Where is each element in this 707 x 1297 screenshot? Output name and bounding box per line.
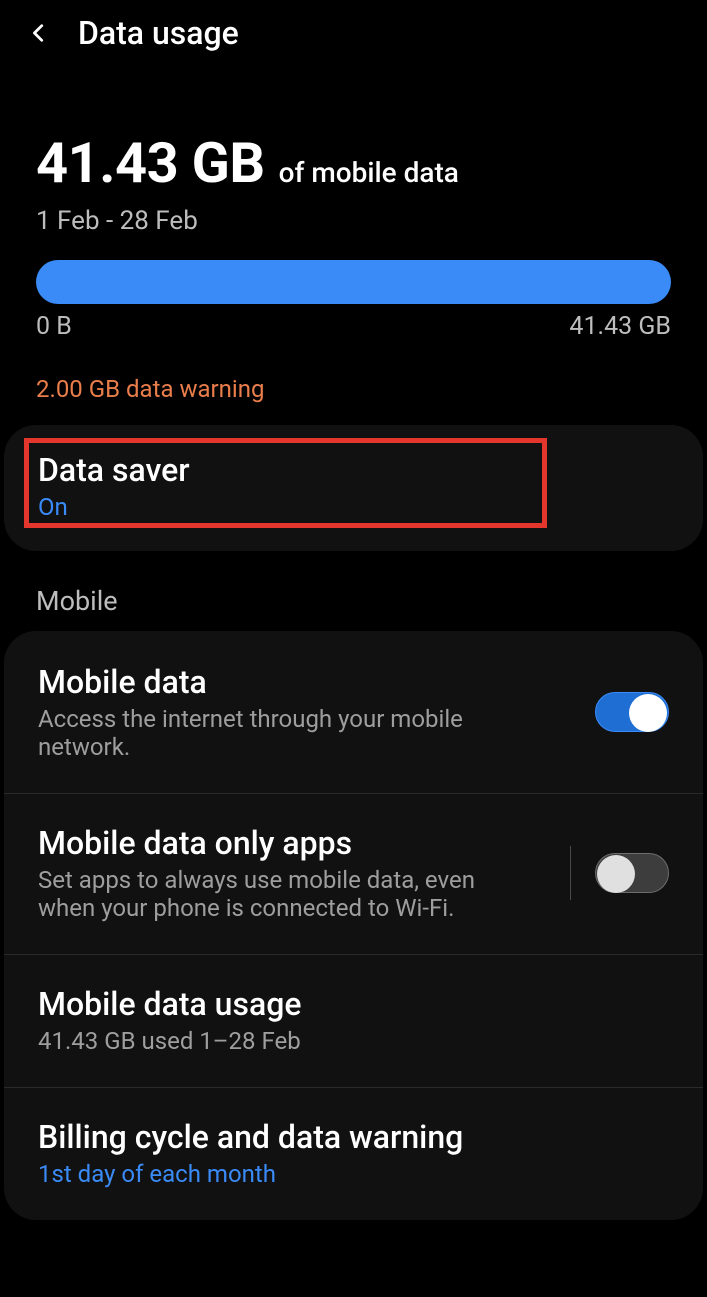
billing-cycle-title: Billing cycle and data warning	[38, 1118, 649, 1156]
mobile-only-apps-switch[interactable]	[595, 853, 669, 893]
switch-separator-group	[570, 846, 669, 900]
data-warning-label: 2.00 GB data warning	[36, 375, 671, 403]
vertical-divider	[570, 846, 571, 900]
usage-amount: 41.43 GB	[36, 130, 265, 196]
mobile-data-usage-row[interactable]: Mobile data usage 41.43 GB used 1–28 Feb	[4, 955, 703, 1088]
mobile-data-sub: Access the internet through your mobile …	[38, 705, 518, 761]
usage-summary: 41.43 GB of mobile data 1 Feb - 28 Feb 0…	[0, 66, 707, 341]
header: Data usage	[0, 0, 707, 66]
row-text: Mobile data usage 41.43 GB used 1–28 Feb	[38, 985, 669, 1055]
usage-bar-labels: 0 B 41.43 GB	[36, 312, 671, 341]
mobile-data-switch[interactable]	[595, 692, 669, 732]
mobile-data-title: Mobile data	[38, 663, 575, 701]
row-text: Billing cycle and data warning 1st day o…	[38, 1118, 669, 1188]
page-title: Data usage	[78, 14, 239, 52]
usage-line: 41.43 GB of mobile data	[36, 130, 671, 196]
billing-cycle-row[interactable]: Billing cycle and data warning 1st day o…	[4, 1088, 703, 1220]
row-text: Mobile data Access the internet through …	[38, 663, 595, 761]
usage-bar-min: 0 B	[36, 312, 72, 341]
mobile-only-apps-row[interactable]: Mobile data only apps Set apps to always…	[4, 794, 703, 955]
billing-cycle-sub: 1st day of each month	[38, 1160, 518, 1188]
mobile-data-row[interactable]: Mobile data Access the internet through …	[4, 633, 703, 794]
back-icon[interactable]	[28, 22, 50, 44]
usage-of-label: of mobile data	[279, 156, 459, 189]
section-mobile-label: Mobile	[36, 585, 671, 617]
mobile-only-apps-sub: Set apps to always use mobile data, even…	[38, 866, 518, 922]
mobile-card: Mobile data Access the internet through …	[4, 631, 703, 1220]
usage-period: 1 Feb - 28 Feb	[36, 206, 671, 236]
usage-progress-bar[interactable]	[36, 260, 671, 304]
usage-bar-max: 41.43 GB	[569, 312, 671, 341]
mobile-data-usage-title: Mobile data usage	[38, 985, 649, 1023]
row-text: Mobile data only apps Set apps to always…	[38, 824, 570, 922]
mobile-only-apps-title: Mobile data only apps	[38, 824, 550, 862]
mobile-data-usage-sub: 41.43 GB used 1–28 Feb	[38, 1027, 518, 1055]
data-saver-status: On	[38, 493, 669, 521]
data-saver-card[interactable]: Data saver On	[4, 425, 703, 551]
data-saver-title: Data saver	[38, 451, 669, 489]
